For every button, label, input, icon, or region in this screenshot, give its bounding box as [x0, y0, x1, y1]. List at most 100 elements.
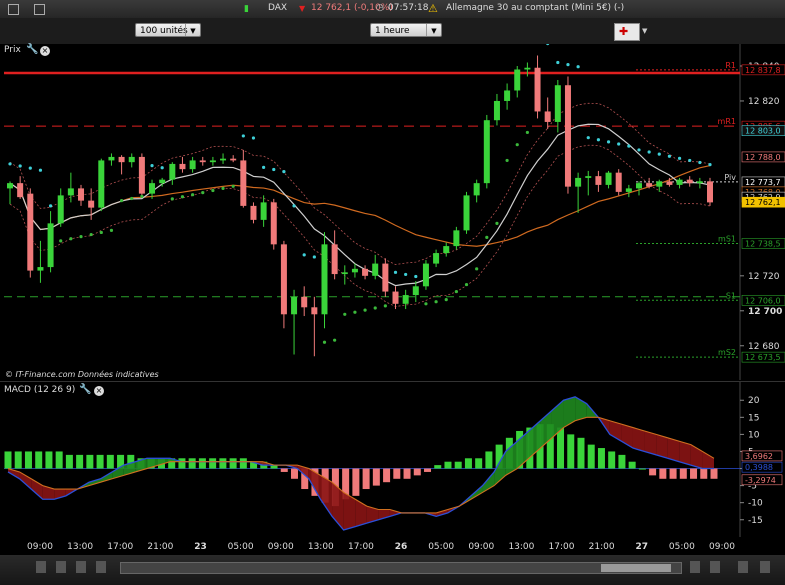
candle-body	[138, 156, 145, 194]
sar-dot	[322, 340, 327, 344]
macd-signal-fill	[656, 434, 668, 459]
candle-body	[453, 230, 460, 247]
sar-dot	[525, 130, 529, 135]
zoom-out-icon[interactable]	[36, 561, 46, 573]
price-value-label: 12 803,0	[745, 127, 781, 136]
macd-histogram-bar	[464, 458, 472, 469]
sar-dot	[383, 304, 387, 308]
candle-body	[98, 160, 105, 208]
sar-dot	[556, 60, 560, 65]
close-icon[interactable]: ×	[94, 386, 104, 396]
settings-icon[interactable]	[760, 561, 770, 573]
sar-dot	[505, 158, 509, 163]
chevron-down-icon: ▼	[426, 24, 441, 36]
candle-body	[372, 263, 379, 276]
macd-histogram-bar	[638, 468, 646, 470]
macd-histogram-bar	[45, 451, 53, 469]
scroll-start-icon[interactable]	[76, 561, 86, 573]
sar-dot	[8, 162, 12, 166]
fast-moving-average	[9, 123, 711, 287]
sar-dot	[48, 204, 53, 208]
candle-body	[575, 177, 582, 187]
sar-dot	[667, 154, 672, 158]
candle-body	[47, 223, 54, 268]
macd-tick-label: 10	[748, 430, 760, 440]
candle-body	[707, 181, 713, 203]
macd-signal-fill	[679, 441, 691, 466]
scroll-end-icon[interactable]	[710, 561, 720, 573]
sar-dot	[464, 282, 469, 287]
chart-type-icon[interactable]: ▮	[244, 4, 249, 14]
candle-body	[189, 160, 196, 170]
sar-dot	[221, 186, 225, 190]
candle-body	[209, 160, 216, 163]
wrench-icon[interactable]: 🔧	[26, 44, 38, 55]
candle-body	[280, 244, 287, 315]
price-panel-label: Prix	[4, 45, 21, 55]
sar-dot	[434, 300, 438, 304]
candle-body	[595, 176, 602, 185]
macd-histogram-bar	[188, 458, 196, 469]
price-value-label: 12 773,7	[745, 178, 781, 187]
units-select-label: 100 unités	[140, 26, 188, 36]
price-tick-label: 12 820	[748, 97, 780, 107]
add-indicator-button[interactable]: ✚	[614, 23, 640, 41]
macd-histogram-bar	[424, 468, 432, 472]
macd-histogram-bar	[669, 468, 677, 479]
macd-histogram-bar	[290, 468, 298, 479]
macd-histogram-bar	[444, 461, 452, 469]
macd-value-label: 0,3988	[745, 463, 773, 472]
square-icon[interactable]	[8, 4, 19, 15]
sar-dot	[140, 194, 144, 199]
sar-dot	[333, 338, 337, 342]
price-value-label: 12 788,0	[745, 153, 781, 162]
scrollbar-thumb[interactable]	[601, 564, 671, 572]
macd-histogram-bar	[608, 451, 616, 469]
macd-histogram-bar	[413, 468, 421, 476]
price-chart: 12 68012 70012 72012 82012 840R112 837,8…	[4, 44, 785, 380]
candle-body	[696, 181, 703, 184]
down-arrow-icon: ▼	[299, 4, 306, 13]
candle-body	[179, 163, 186, 170]
macd-histogram-bar	[209, 458, 217, 469]
candle-body	[301, 296, 308, 308]
candle-body	[128, 156, 135, 163]
sar-dot	[414, 274, 418, 279]
candle-body	[544, 111, 551, 122]
macd-histogram-bar	[35, 451, 43, 469]
candle-body	[585, 176, 592, 178]
scroll-right-icon[interactable]	[690, 561, 700, 573]
crosshair-icon[interactable]	[738, 561, 748, 573]
candle-body	[443, 246, 450, 254]
macd-signal-fill	[563, 396, 576, 428]
sar-dot	[191, 193, 195, 197]
zoom-in-icon[interactable]	[56, 561, 66, 573]
sar-dot	[302, 253, 306, 257]
candle-body	[646, 183, 653, 187]
candle-body	[351, 268, 358, 273]
time-axis-label: 09:00	[27, 542, 53, 552]
instrument-name: DAX	[268, 3, 288, 13]
sar-dot	[251, 136, 256, 140]
candle-body	[362, 268, 369, 276]
time-axis-label: 05:00	[428, 542, 454, 552]
candle-body	[382, 263, 389, 292]
macd-histogram-bar	[618, 454, 626, 469]
clock-time: 07:57:18	[388, 3, 429, 13]
macd-panel-label: MACD (12 26 9)	[4, 385, 76, 395]
minimize-icon[interactable]	[34, 4, 45, 15]
close-icon[interactable]: ×	[40, 46, 50, 56]
sar-dot	[79, 235, 83, 239]
units-select[interactable]: 100 unités ▼	[135, 23, 201, 37]
period-select[interactable]: 1 heure ▼	[370, 23, 442, 37]
horizontal-scrollbar[interactable]	[120, 562, 682, 574]
sar-dot	[18, 164, 22, 168]
candle-body	[412, 286, 419, 296]
chevron-down-icon[interactable]: ▼	[642, 27, 647, 35]
scroll-left-icon[interactable]	[96, 561, 106, 573]
macd-histogram-bar	[106, 454, 114, 469]
sar-dot	[596, 138, 601, 142]
wrench-icon[interactable]: 🔧	[79, 384, 91, 395]
sar-dot	[424, 302, 428, 306]
macd-signal-fill	[667, 437, 680, 462]
